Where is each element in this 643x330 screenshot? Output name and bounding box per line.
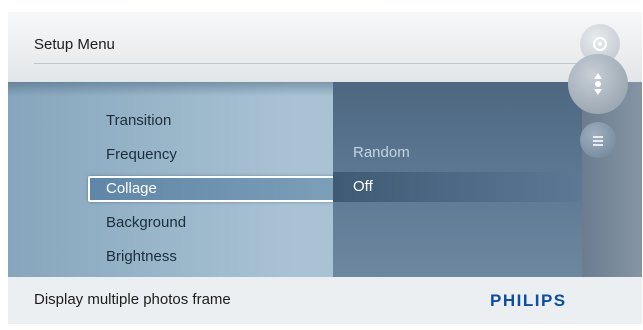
menu-item-brightness[interactable]: Brightness: [106, 248, 177, 265]
option-off[interactable]: Off: [353, 178, 373, 195]
page-title: Setup Menu: [34, 36, 115, 53]
menu-area: Transition Frequency Collage Background …: [8, 82, 642, 277]
footer-bar: Display multiple photos frame PHILIPS: [8, 277, 642, 324]
navigation-icon[interactable]: [568, 54, 628, 114]
menu-item-background[interactable]: Background: [106, 214, 186, 231]
option-random[interactable]: Random: [353, 144, 410, 161]
help-text: Display multiple photos frame: [34, 291, 231, 308]
header-bar: Setup Menu: [8, 12, 642, 82]
menu-item-transition[interactable]: Transition: [106, 112, 171, 129]
menu-item-collage[interactable]: Collage: [106, 180, 157, 197]
photo-frame-screen: Setup Menu Transition Frequency Collage …: [8, 12, 642, 324]
options-panel: Random Off: [333, 82, 582, 277]
menu-icon[interactable]: [580, 122, 616, 158]
menu-item-frequency[interactable]: Frequency: [106, 146, 177, 163]
brand-logo: PHILIPS: [490, 291, 567, 310]
header-divider: [34, 63, 582, 64]
